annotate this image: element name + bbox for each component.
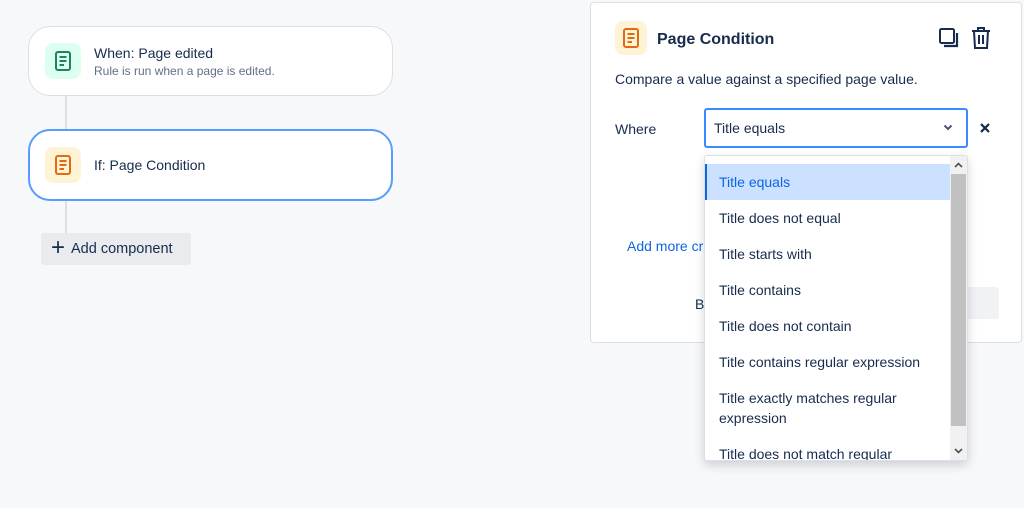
flow-connector xyxy=(65,200,67,234)
add-component-label: Add component xyxy=(71,241,173,257)
dropdown-option[interactable]: Title contains xyxy=(705,272,951,308)
condition-title: If: Page Condition xyxy=(94,157,206,173)
page-icon xyxy=(45,147,81,183)
add-more-criteria-link[interactable]: Add more cr xyxy=(627,238,703,254)
condition-dropdown-menu: Title equals Title does not equal Title st… xyxy=(704,155,968,461)
where-label: Where xyxy=(615,121,657,137)
chevron-down-icon xyxy=(943,124,953,131)
clear-button[interactable] xyxy=(977,120,993,136)
condition-select[interactable]: Title equals xyxy=(704,108,968,148)
page-icon xyxy=(615,21,647,55)
trigger-title: When: Page edited xyxy=(94,44,214,61)
flow-connector xyxy=(65,96,67,130)
delete-button[interactable] xyxy=(968,25,994,51)
truncated-button-label: B xyxy=(695,296,705,312)
add-component-button[interactable]: + Add component xyxy=(41,233,191,265)
scroll-up-icon[interactable] xyxy=(952,158,965,172)
panel-description: Compare a value against a specified page… xyxy=(615,71,918,87)
trash-icon xyxy=(972,27,990,49)
dropdown-option[interactable]: Title starts with xyxy=(705,236,951,272)
scrollbar[interactable] xyxy=(950,156,967,460)
close-icon xyxy=(980,123,990,133)
condition-card[interactable]: If: Page Condition xyxy=(28,129,393,201)
copy-icon xyxy=(939,28,959,48)
scrollbar-thumb[interactable] xyxy=(951,174,966,426)
dropdown-option[interactable]: Title exactly matches regular expression xyxy=(705,380,951,436)
trigger-card[interactable]: When: Page edited Rule is run when a pag… xyxy=(28,26,393,96)
dropdown-option[interactable]: Title contains regular expression xyxy=(705,344,951,380)
dropdown-option[interactable]: Title equals xyxy=(705,164,951,200)
dropdown-option[interactable]: Title does not match regular expression xyxy=(705,436,951,460)
plus-icon: + xyxy=(51,234,66,261)
dropdown-options: Title equals Title does not equal Title st… xyxy=(705,164,951,460)
panel-title: Page Condition xyxy=(657,31,775,48)
dropdown-option[interactable]: Title does not contain xyxy=(705,308,951,344)
dropdown-option[interactable]: Title does not equal xyxy=(705,200,951,236)
select-value: Title equals xyxy=(714,120,786,136)
duplicate-button[interactable] xyxy=(936,25,962,51)
page-icon xyxy=(45,43,81,79)
scroll-down-icon[interactable] xyxy=(952,444,965,458)
trigger-subtitle: Rule is run when a page is edited. xyxy=(94,63,275,78)
